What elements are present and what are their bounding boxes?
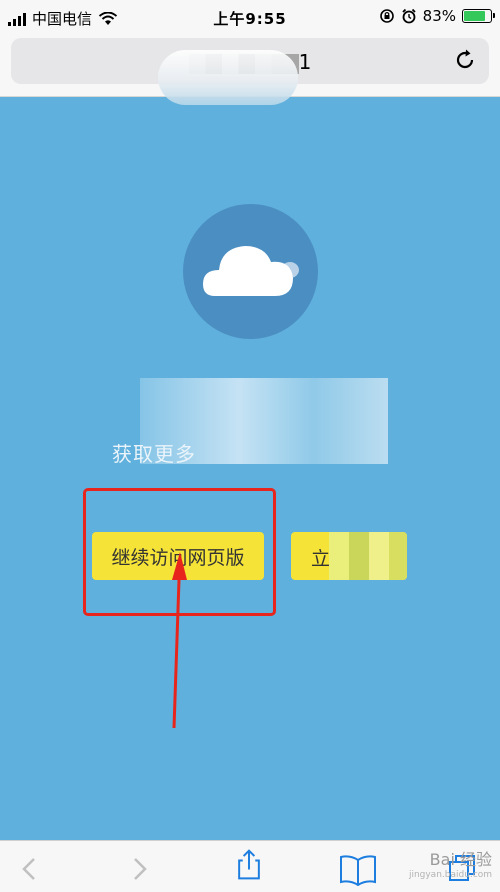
cloud-icon: [203, 246, 299, 296]
orientation-lock-icon: [379, 9, 394, 23]
cloud-logo: [183, 204, 318, 339]
reload-icon[interactable]: [453, 48, 477, 72]
continue-web-button[interactable]: 继续访问网页版: [92, 532, 264, 580]
url-suffix: 1: [298, 50, 312, 74]
battery-percent: 83%: [422, 7, 456, 25]
alarm-icon: [402, 8, 416, 24]
forward-icon[interactable]: [122, 852, 156, 886]
back-icon[interactable]: [14, 852, 48, 886]
watermark-domain: jingyan.baidu.com: [408, 870, 492, 880]
battery-icon: [462, 9, 495, 23]
share-icon[interactable]: [232, 848, 266, 882]
open-app-button[interactable]: 立: [291, 532, 407, 580]
open-app-label: 立: [311, 548, 331, 570]
watermark-brand: Bai 经验: [429, 850, 492, 869]
battery-level: [464, 11, 485, 21]
watermark: Bai 经验 jingyan.baidu.com: [409, 846, 492, 880]
promo-text: 获取更多: [112, 442, 196, 466]
bookmarks-icon[interactable]: [338, 852, 378, 886]
blurred-redaction: [158, 50, 298, 105]
status-bar: 中国电信 上午9:55 83%: [0, 0, 500, 34]
pixelated-label: [329, 532, 407, 580]
